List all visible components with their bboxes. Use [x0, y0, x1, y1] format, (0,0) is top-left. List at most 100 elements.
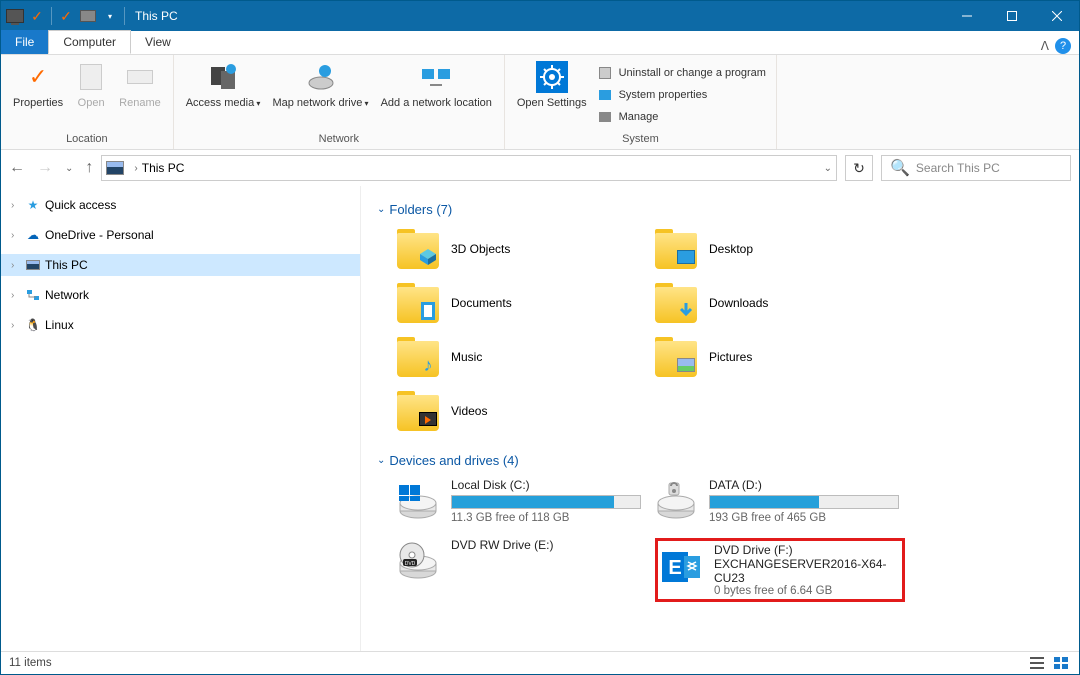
- drive-capacity-bar: [451, 495, 641, 509]
- properties-button[interactable]: ✓ Properties: [7, 59, 69, 112]
- drive-dvd-rw-e[interactable]: DVD DVD RW Drive (E:): [397, 538, 647, 602]
- chevron-right-icon[interactable]: ›: [11, 320, 21, 331]
- manage-icon: [597, 109, 613, 125]
- chevron-right-icon[interactable]: ›: [11, 260, 21, 271]
- folders-grid: 3D Objects Desktop Documents Downloads ♪…: [377, 221, 1067, 445]
- address-row: ← → ⌄ ↑ › This PC ⌄ ↻ 🔍 Search This PC: [1, 150, 1079, 186]
- chevron-right-icon[interactable]: ›: [11, 200, 21, 211]
- qat-pc-icon[interactable]: [5, 6, 25, 26]
- drive-local-c[interactable]: Local Disk (C:) 11.3 GB free of 118 GB: [397, 478, 647, 526]
- search-icon: 🔍: [890, 158, 910, 178]
- drive-icon: [397, 478, 439, 526]
- qat-properties-icon[interactable]: ✓: [27, 6, 47, 26]
- manage-button[interactable]: Manage: [593, 107, 770, 127]
- folder-documents[interactable]: Documents: [397, 279, 647, 327]
- drives-grid: Local Disk (C:) 11.3 GB free of 118 GB D…: [377, 472, 1067, 612]
- access-media-label: Access media ▾: [186, 97, 261, 110]
- folder-desktop[interactable]: Desktop: [655, 225, 905, 273]
- tree-label: This PC: [45, 258, 88, 272]
- access-media-icon: [207, 61, 239, 93]
- folders-title: Folders (7): [389, 202, 452, 217]
- refresh-button[interactable]: ↻: [845, 155, 873, 181]
- chevron-right-icon[interactable]: ›: [11, 290, 21, 301]
- tree-label: Network: [45, 288, 89, 302]
- folder-3d-objects[interactable]: 3D Objects: [397, 225, 647, 273]
- drive-name: DATA (D:): [709, 478, 905, 492]
- folder-icon: [397, 229, 439, 269]
- search-box[interactable]: 🔍 Search This PC: [881, 155, 1071, 181]
- folder-label: 3D Objects: [451, 242, 510, 256]
- tab-file[interactable]: File: [1, 30, 48, 54]
- up-button[interactable]: ↑: [85, 159, 93, 177]
- tree-onedrive[interactable]: › ☁ OneDrive - Personal: [1, 224, 360, 246]
- drive-free: 193 GB free of 465 GB: [709, 512, 905, 524]
- qat-properties2-icon[interactable]: ✓: [56, 6, 76, 26]
- ribbon-group-location: ✓ Properties Open Rename Location: [1, 55, 174, 149]
- folder-music[interactable]: ♪ Music: [397, 333, 647, 381]
- collapse-ribbon-button[interactable]: ᐱ: [1041, 39, 1049, 53]
- tree-quick-access[interactable]: › ★ Quick access: [1, 194, 360, 216]
- ribbon-group-system: Open Settings Uninstall or change a prog…: [505, 55, 777, 149]
- recent-dropdown[interactable]: ⌄: [65, 163, 73, 174]
- folder-label: Documents: [451, 296, 512, 310]
- view-details-button[interactable]: [1027, 655, 1047, 671]
- help-button[interactable]: ?: [1055, 38, 1071, 54]
- titlebar: ✓ ✓ ▾ This PC: [1, 1, 1079, 31]
- access-media-button[interactable]: Access media ▾: [180, 59, 267, 112]
- back-button[interactable]: ←: [9, 159, 25, 177]
- qat-drive-icon[interactable]: [78, 6, 98, 26]
- open-settings-button[interactable]: Open Settings: [511, 59, 593, 112]
- view-large-button[interactable]: [1051, 655, 1071, 671]
- rename-icon: [124, 61, 156, 93]
- address-dropdown[interactable]: ⌄: [824, 163, 832, 174]
- tree-label: OneDrive - Personal: [45, 228, 154, 242]
- chevron-right-icon[interactable]: ›: [11, 230, 21, 241]
- exchange-icon: E: [660, 543, 702, 591]
- folder-icon: ♪: [397, 337, 439, 377]
- uninstall-label: Uninstall or change a program: [619, 67, 766, 79]
- folder-pictures[interactable]: Pictures: [655, 333, 905, 381]
- system-properties-button[interactable]: System properties: [593, 85, 770, 105]
- group-network-label: Network: [174, 131, 504, 149]
- tree-network[interactable]: › Network: [1, 284, 360, 306]
- open-button[interactable]: Open: [69, 59, 113, 112]
- rename-button[interactable]: Rename: [113, 59, 167, 112]
- pc-icon: [106, 161, 124, 175]
- address-bar[interactable]: › This PC ⌄: [101, 155, 837, 181]
- folder-label: Pictures: [709, 350, 752, 364]
- folders-section-header[interactable]: ⌄ Folders (7): [377, 202, 1067, 217]
- open-icon: [75, 61, 107, 93]
- folder-videos[interactable]: Videos: [397, 387, 647, 435]
- star-icon: ★: [25, 197, 41, 213]
- minimize-button[interactable]: [944, 1, 989, 31]
- maximize-button[interactable]: [989, 1, 1034, 31]
- folder-icon: [655, 229, 697, 269]
- folder-icon: [397, 283, 439, 323]
- tree-label: Linux: [45, 318, 74, 332]
- uninstall-button[interactable]: Uninstall or change a program: [593, 63, 770, 83]
- window-buttons: [944, 1, 1079, 31]
- add-location-button[interactable]: Add a network location: [375, 59, 498, 112]
- close-button[interactable]: [1034, 1, 1079, 31]
- drive-free: 11.3 GB free of 118 GB: [451, 512, 647, 524]
- qat-dropdown[interactable]: ▾: [100, 6, 120, 26]
- cloud-icon: ☁: [25, 227, 41, 243]
- drives-section-header[interactable]: ⌄ Devices and drives (4): [377, 453, 1067, 468]
- drive-data-d[interactable]: DATA (D:) 193 GB free of 465 GB: [655, 478, 905, 526]
- add-location-label: Add a network location: [381, 97, 492, 110]
- statusbar: 11 items: [1, 651, 1079, 674]
- tab-view[interactable]: View: [131, 30, 185, 54]
- drive-dvd-f-exchange[interactable]: E DVD Drive (F:) EXCHANGESERVER2016-X64-…: [655, 538, 905, 602]
- breadcrumb-location[interactable]: This PC: [142, 161, 185, 175]
- breadcrumb-chevron-icon[interactable]: ›: [134, 163, 137, 174]
- tab-computer[interactable]: Computer: [48, 30, 131, 54]
- tree-linux[interactable]: › 🐧 Linux: [1, 314, 360, 336]
- map-drive-button[interactable]: Map network drive ▾: [266, 59, 374, 112]
- folder-icon: [655, 283, 697, 323]
- folder-downloads[interactable]: Downloads: [655, 279, 905, 327]
- forward-button[interactable]: →: [37, 159, 53, 177]
- properties-label: Properties: [13, 97, 63, 110]
- tree-this-pc[interactable]: › This PC: [1, 254, 360, 276]
- drive-icon: [655, 478, 697, 526]
- drive-subname: EXCHANGESERVER2016-X64-CU23: [714, 557, 896, 585]
